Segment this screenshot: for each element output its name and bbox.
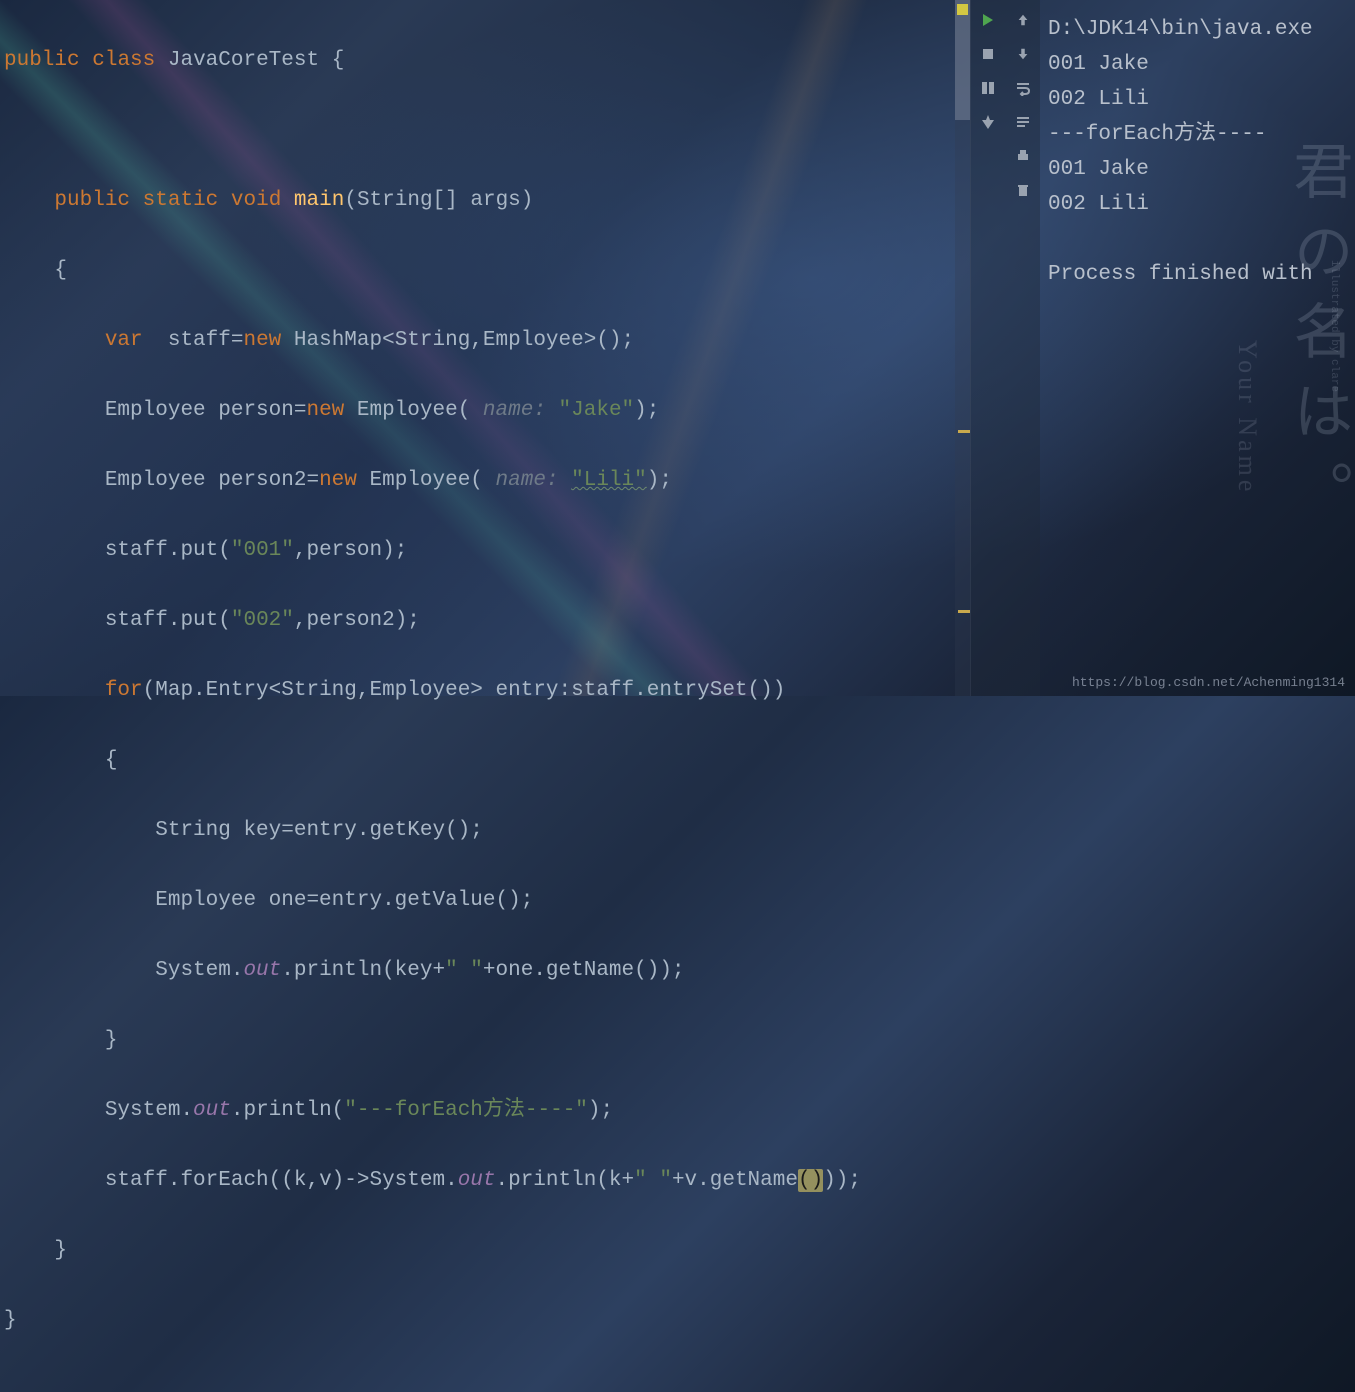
wrap-icon[interactable] — [1013, 78, 1033, 98]
edit-marker[interactable] — [958, 610, 970, 613]
field-out: out — [458, 1169, 496, 1192]
keyword-static: static — [143, 189, 219, 212]
code-text: staff.forEach((k,v)->System. — [105, 1169, 458, 1192]
run-icon[interactable] — [978, 10, 998, 30]
code-text: staff= — [143, 329, 244, 352]
code-text: Employee person2= — [105, 469, 319, 492]
keyword-var: var — [105, 329, 143, 352]
scroll-icon[interactable] — [1013, 112, 1033, 132]
code-text: String key=entry.getKey(); — [155, 819, 483, 842]
console-output[interactable]: D:\JDK14\bin\java.exe 001 Jake 002 Lili … — [1040, 0, 1355, 696]
code-text: .println( — [231, 1099, 344, 1122]
stop-icon[interactable] — [978, 44, 998, 64]
code-text: Employee person= — [105, 399, 307, 422]
code-text: +one.getName()); — [483, 959, 685, 982]
console-line: 002 Lili — [1048, 82, 1347, 117]
up-icon[interactable] — [1013, 10, 1033, 30]
code-text: System. — [105, 1099, 193, 1122]
code-text: (Map.Entry<String,Employee> entry:staff.… — [143, 679, 786, 702]
keyword-new: new — [243, 329, 281, 352]
down-icon[interactable] — [1013, 44, 1033, 64]
code-text: staff.put( — [105, 539, 231, 562]
string-literal: "Lili" — [571, 469, 647, 492]
keyword-public: public — [4, 49, 80, 72]
code-text: ); — [647, 469, 672, 492]
code-text: Employee( — [344, 399, 470, 422]
string-literal: "002" — [231, 609, 294, 632]
run-toolbar — [970, 0, 1040, 696]
string-literal: " " — [634, 1169, 672, 1192]
string-literal: "---forEach方法----" — [344, 1099, 588, 1122]
code-text: ); — [588, 1099, 613, 1122]
code-text: HashMap<String,Employee>(); — [281, 329, 634, 352]
param-hint: name: — [470, 399, 558, 422]
code-text: .println(key+ — [281, 959, 445, 982]
console-line: 002 Lili — [1048, 187, 1347, 222]
warning-marker[interactable] — [957, 4, 968, 15]
console-line: 001 Jake — [1048, 47, 1347, 82]
cursor-highlight: () — [798, 1169, 823, 1192]
field-out: out — [193, 1099, 231, 1122]
trash-icon[interactable] — [1013, 180, 1033, 200]
code-text: ); — [634, 399, 659, 422]
code-text: )); — [823, 1169, 861, 1192]
scrollbar-thumb[interactable] — [955, 0, 970, 120]
string-literal: " " — [445, 959, 483, 982]
keyword-for: for — [105, 679, 143, 702]
code-text: Employee one=entry.getValue(); — [155, 889, 533, 912]
keyword-public: public — [54, 189, 130, 212]
code-text: staff.put( — [105, 609, 231, 632]
pin-icon[interactable] — [978, 112, 998, 132]
console-line: ---forEach方法---- — [1048, 117, 1347, 152]
console-line: 001 Jake — [1048, 152, 1347, 187]
code-text: System. — [155, 959, 243, 982]
console-line: D:\JDK14\bin\java.exe — [1048, 12, 1347, 47]
code-text: .println(k+ — [496, 1169, 635, 1192]
layout-icon[interactable] — [978, 78, 998, 98]
method-name: main — [294, 189, 344, 212]
keyword-new: new — [306, 399, 344, 422]
code-editor[interactable]: public class JavaCoreTest { public stati… — [0, 0, 955, 696]
keyword-void: void — [231, 189, 281, 212]
field-out: out — [243, 959, 281, 982]
print-icon[interactable] — [1013, 146, 1033, 166]
string-literal: "Jake" — [559, 399, 635, 422]
class-name: JavaCoreTest — [168, 49, 319, 72]
footer-url: https://blog.csdn.net/Achenming1314 — [1072, 675, 1345, 690]
method-params: (String[] args) — [344, 189, 533, 212]
code-text: +v.getName — [672, 1169, 798, 1192]
code-text: ,person); — [294, 539, 407, 562]
keyword-new: new — [319, 469, 357, 492]
code-text: ,person2); — [294, 609, 420, 632]
keyword-class: class — [92, 49, 155, 72]
watermark-english: Your Name — [1230, 340, 1265, 495]
console-line: Process finished with — [1048, 257, 1347, 292]
editor-scrollbar[interactable] — [955, 0, 970, 696]
code-text: Employee( — [357, 469, 483, 492]
string-literal: "001" — [231, 539, 294, 562]
edit-marker[interactable] — [958, 430, 970, 433]
param-hint: name: — [483, 469, 571, 492]
